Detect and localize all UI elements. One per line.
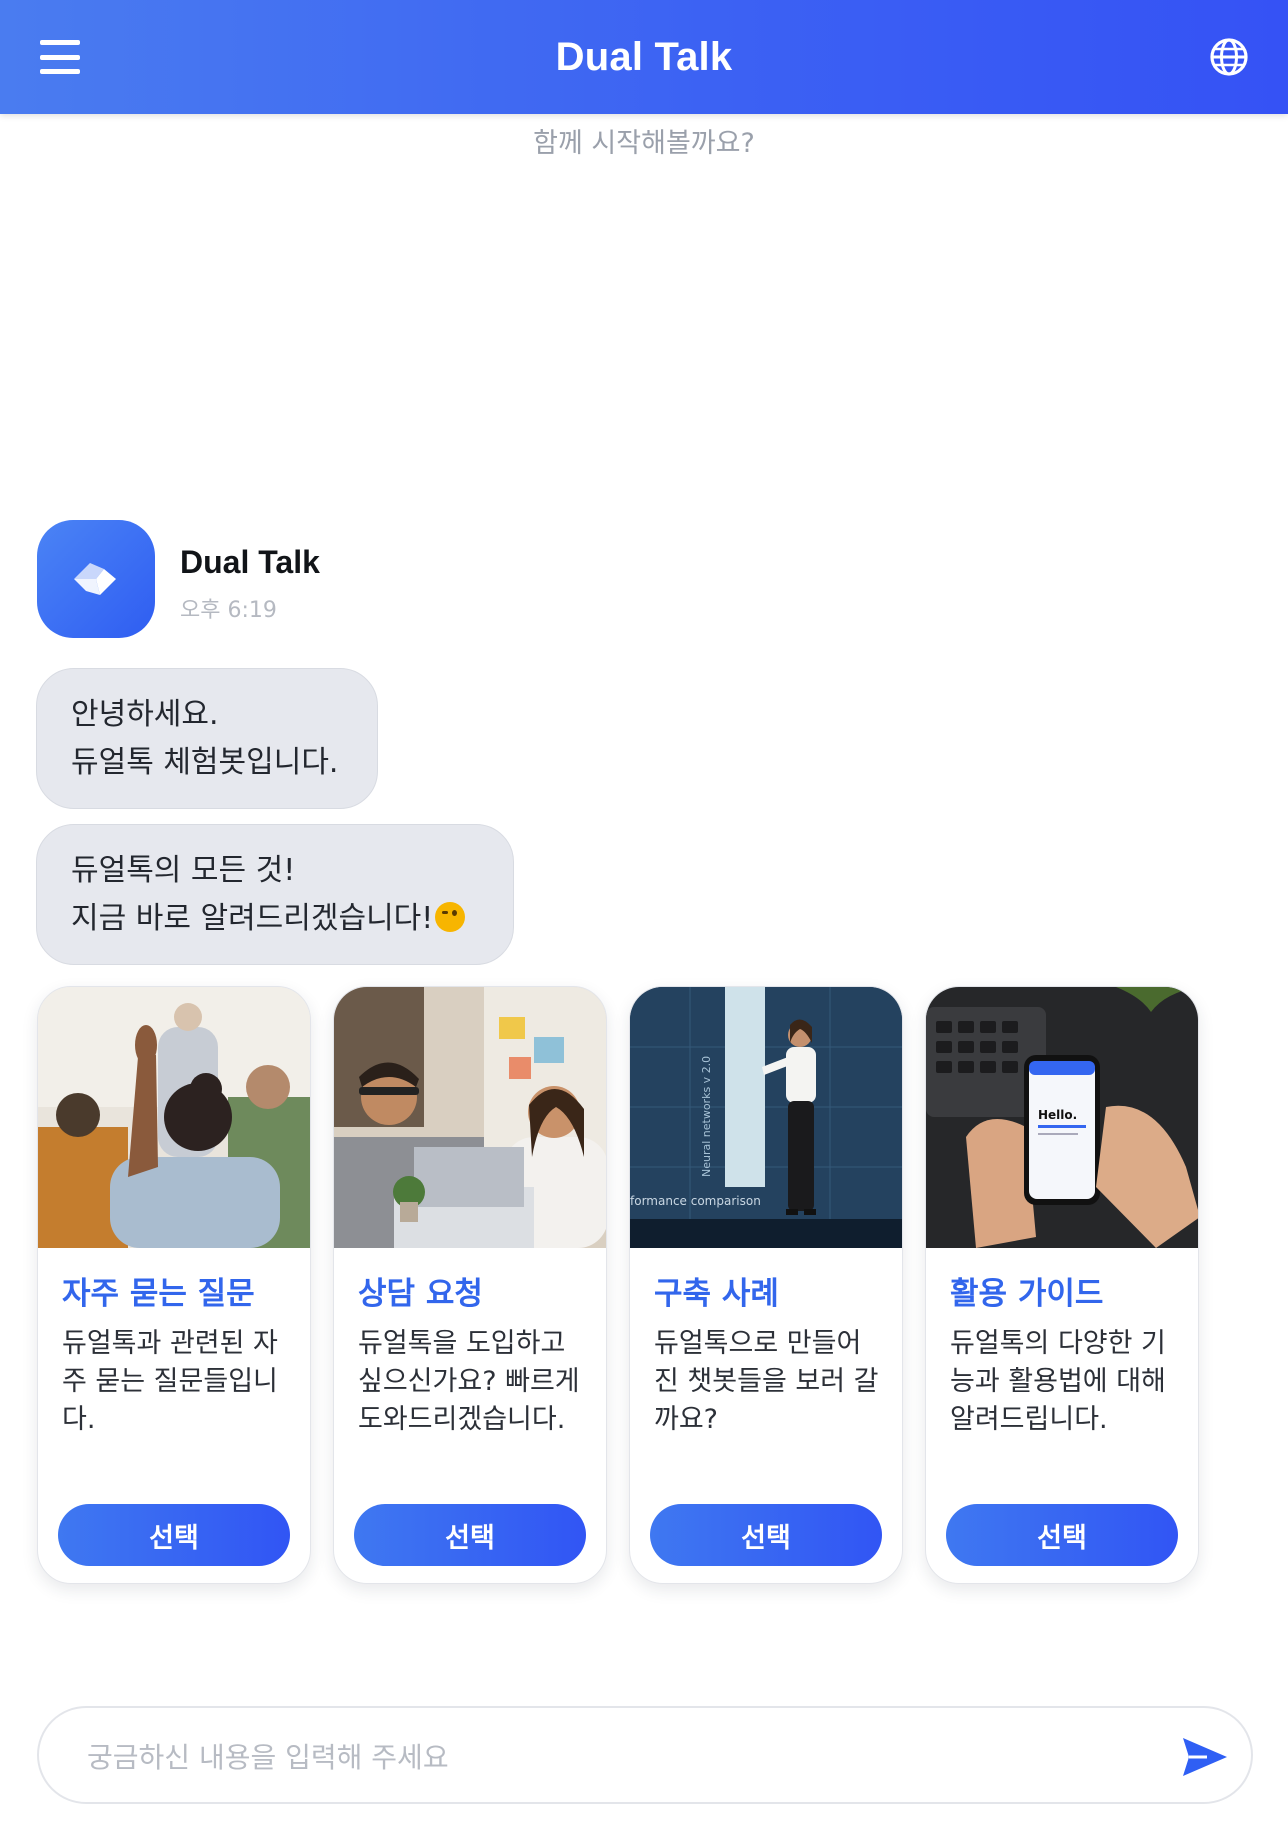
app-header: Dual Talk [0,0,1288,114]
message-input[interactable] [87,1734,1147,1780]
card-description: 듀얼톡의 다양한 기능과 활용법에 대해 알려드립니다. [950,1328,1166,1435]
card-title: 구축 사례 [654,1276,779,1312]
bot-avatar [37,520,155,638]
message-composer [37,1706,1253,1804]
presentation-stage-photo: Neural networks v 2.0 formance compariso… [630,987,902,1248]
bot-message-bubble: 안녕하세요. 듀얼톡 체험봇입니다. [36,668,378,809]
message-timestamp: 오후 6:19 [180,598,277,623]
select-button[interactable]: 선택 [650,1504,882,1566]
dual-talk-logo-icon [74,563,116,595]
message-line: 지금 바로 알려드리겠습니다! [71,901,434,936]
globe-icon[interactable] [1208,36,1250,78]
office-meeting-photo [334,987,606,1248]
message-line: 안녕하세요. [71,697,219,732]
bot-name: Dual Talk [180,544,320,580]
bot-message-bubble: 듀얼톡의 모든 것! 지금 바로 알려드리겠습니다! [36,824,514,965]
card-description: 듀얼톡을 도입하고 싶으신가요? 빠르게 도와드리겠습니다. [358,1328,580,1435]
bottom-edge [0,1816,1288,1828]
phone-greeting: Hello. [1038,1108,1077,1122]
card-description: 듀얼톡으로 만들어진 챗봇들을 보러 갈까요? [654,1328,879,1435]
card-description: 듀얼톡과 관련된 자주 묻는 질문들입니다. [62,1328,278,1435]
app-title: Dual Talk [555,34,733,79]
menu-card-faq: 자주 묻는 질문 듀얼톡과 관련된 자주 묻는 질문들입니다. 선택 [37,986,311,1584]
message-line: 듀얼톡의 모든 것! [71,853,296,888]
intro-line-2: 함께 시작해볼까요? [533,128,755,159]
menu-card-consultation: 상담 요청 듀얼톡을 도입하고 싶으신가요? 빠르게 도와드리겠습니다. 선택 [333,986,607,1584]
select-button[interactable]: 선택 [58,1504,290,1566]
menu-card-cases: Neural networks v 2.0 formance compariso… [629,986,903,1584]
smartphone-in-hand-photo: Hello. [926,987,1198,1248]
send-arrow-icon[interactable] [1177,1730,1231,1784]
winking-face-emoji [435,902,466,932]
select-button[interactable]: 선택 [354,1504,586,1566]
card-title: 상담 요청 [358,1276,483,1312]
hamburger-menu-icon[interactable] [40,40,80,74]
classroom-raised-hand-photo [38,987,310,1248]
select-button[interactable]: 선택 [946,1504,1178,1566]
card-title: 자주 묻는 질문 [62,1276,255,1312]
board-caption: formance comparison [630,1194,761,1208]
board-label: Neural networks v 2.0 [700,1056,713,1177]
menu-card-guide: Hello. 활용 가이드 듀얼톡의 다양한 기능과 활용법에 대해 알려드립니… [925,986,1199,1584]
card-title: 활용 가이드 [950,1276,1104,1312]
message-line: 듀얼톡 체험봇입니다. [71,745,339,780]
